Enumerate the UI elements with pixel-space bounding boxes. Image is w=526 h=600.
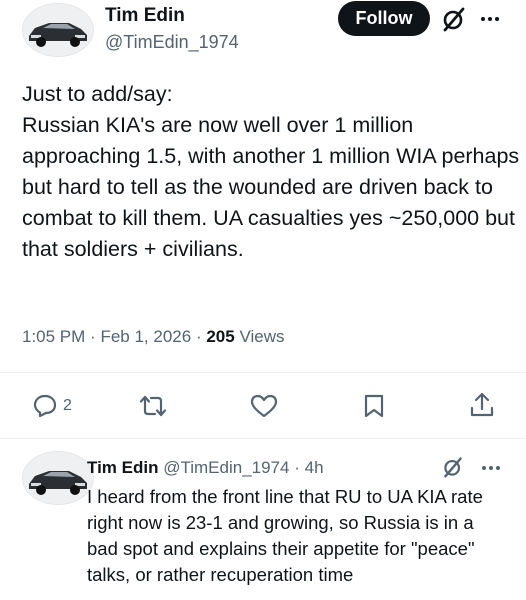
tweet-meta: 1:05 PM · Feb 1, 2026 · 205 Views [22, 327, 285, 347]
grok-slash-icon[interactable] [442, 456, 464, 483]
follow-button[interactable]: Follow [338, 1, 430, 36]
heart-icon [250, 394, 278, 418]
divider [0, 372, 526, 373]
divider [0, 438, 526, 439]
more-dots-icon[interactable] [481, 458, 501, 483]
retweet-icon [139, 395, 167, 417]
author-avatar[interactable] [22, 3, 94, 57]
views-label: Views [239, 327, 285, 346]
reply-header: Tim Edin @TimEdin_1974 · 4h [87, 458, 324, 478]
author-name[interactable]: Tim Edin [105, 5, 185, 27]
reply-button[interactable]: 2 [32, 393, 72, 419]
tweet-date[interactable]: Feb 1, 2026 [100, 327, 191, 346]
car-avatar-image [23, 4, 93, 56]
car-avatar-image [23, 452, 93, 504]
reply-text: I heard from the front line that RU to U… [87, 486, 483, 585]
reply-author-handle[interactable]: @TimEdin_1974 [163, 458, 289, 477]
reply-age[interactable]: 4h [305, 458, 324, 477]
meta-separator: · [90, 327, 96, 346]
bookmark-icon [364, 394, 384, 418]
tweet-time[interactable]: 1:05 PM [22, 327, 85, 346]
share-icon [470, 392, 494, 417]
grok-slash-icon[interactable] [441, 6, 467, 37]
share-button[interactable] [469, 391, 495, 419]
more-dots-icon[interactable] [480, 9, 500, 34]
meta-separator: · [195, 327, 202, 346]
author-handle[interactable]: @TimEdin_1974 [105, 32, 239, 53]
tweet-text: Just to add/say: Russian KIA's are now w… [22, 82, 520, 261]
reply-author-name[interactable]: Tim Edin [87, 458, 158, 477]
reply-count: 2 [63, 397, 72, 414]
bookmark-button[interactable] [362, 393, 386, 419]
reply-icon [33, 394, 57, 418]
reply-author-avatar[interactable] [22, 451, 94, 505]
like-button[interactable] [250, 393, 278, 419]
retweet-button[interactable] [138, 393, 168, 419]
views-count: 205 [206, 327, 235, 346]
meta-separator: · [294, 458, 300, 477]
